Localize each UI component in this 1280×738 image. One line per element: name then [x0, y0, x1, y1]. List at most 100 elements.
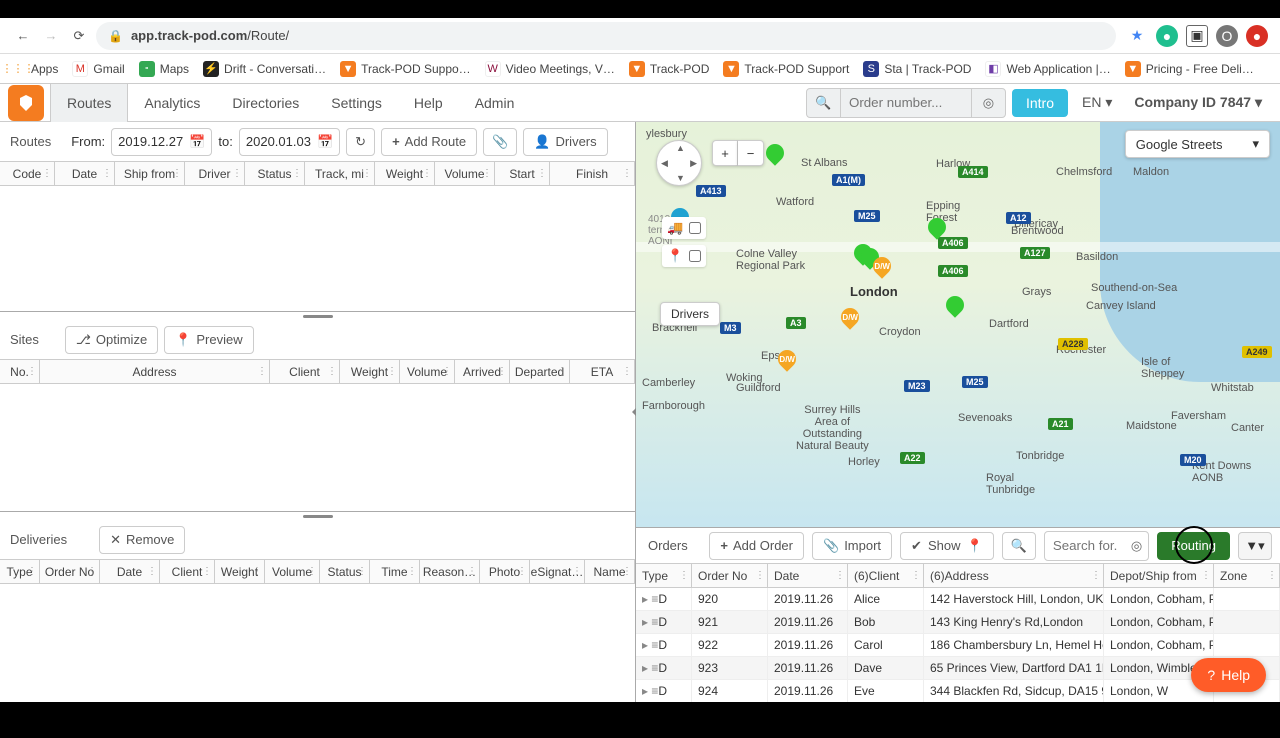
back-icon[interactable]: ← — [12, 25, 34, 47]
bookmark-item[interactable]: ▼Track-POD Support — [723, 61, 849, 77]
col-date[interactable]: Date — [55, 162, 115, 185]
target-icon[interactable]: ◎ — [1125, 538, 1148, 554]
nav-routes[interactable]: Routes — [50, 84, 128, 122]
col-driver[interactable]: Driver — [185, 162, 245, 185]
layer-stops[interactable]: 📍 — [662, 245, 706, 267]
col-date[interactable]: Date — [768, 564, 848, 587]
star-icon[interactable]: ★ — [1126, 25, 1148, 47]
bookmark-item[interactable]: ▼Pricing - Free Deli… — [1125, 61, 1254, 77]
nav-settings[interactable]: Settings — [315, 84, 398, 122]
layer-vehicles[interactable]: 🚚 — [662, 217, 706, 239]
help-button[interactable]: ?Help — [1191, 658, 1266, 692]
map-pan-control[interactable]: ▲ ▼ ◀ ▶ — [656, 140, 702, 186]
col-start[interactable]: Start — [495, 162, 550, 185]
language-select[interactable]: EN ▾ — [1074, 94, 1120, 111]
col-volume[interactable]: Volume — [400, 360, 455, 383]
resize-handle[interactable] — [0, 312, 635, 320]
bookmark-item[interactable]: SSta | Track-POD — [863, 61, 971, 77]
col-departed[interactable]: Departed — [510, 360, 570, 383]
orders-search[interactable]: ◎ — [1044, 531, 1149, 561]
col-shipfrom[interactable]: Ship from — [115, 162, 185, 185]
zoom-in-button[interactable]: + — [712, 140, 738, 166]
target-icon[interactable]: ◎ — [971, 89, 1005, 117]
resize-handle[interactable] — [0, 512, 635, 520]
col-client[interactable]: Client — [160, 560, 215, 583]
bookmark-item[interactable]: WVideo Meetings, V… — [485, 61, 615, 77]
col-client[interactable]: Client — [270, 360, 340, 383]
col-orderno[interactable]: Order No — [40, 560, 100, 583]
bookmark-item[interactable]: ⚡Drift - Conversati… — [203, 61, 326, 77]
bookmark-item[interactable]: ▼Track-POD — [629, 61, 710, 77]
bookmark-apps[interactable]: ⋮⋮⋮Apps — [10, 61, 58, 77]
bookmark-item[interactable]: ⬞Maps — [139, 61, 189, 77]
avatar-icon[interactable]: O — [1216, 25, 1238, 47]
bookmark-item[interactable]: MGmail — [72, 61, 124, 77]
col-weight[interactable]: Weight — [215, 560, 265, 583]
col-volume[interactable]: Volume — [265, 560, 320, 583]
nav-help[interactable]: Help — [398, 84, 459, 122]
table-row[interactable]: ▸ ≡ D9222019.11.26Carol186 Chambersbury … — [636, 634, 1280, 657]
table-row[interactable]: ▸ ≡ D9242019.11.26Eve344 Blackfen Rd, Si… — [636, 680, 1280, 702]
nav-analytics[interactable]: Analytics — [128, 84, 216, 122]
extension-icon[interactable]: ● — [1246, 25, 1268, 47]
col-date[interactable]: Date — [100, 560, 160, 583]
table-row[interactable]: ▸ ≡ D9212019.11.26Bob143 King Henry's Rd… — [636, 611, 1280, 634]
col-name[interactable]: Name — [585, 560, 635, 583]
preview-button[interactable]: 📍Preview — [164, 326, 253, 354]
routing-button[interactable]: Routing — [1157, 532, 1230, 560]
col-type[interactable]: Type — [0, 560, 40, 583]
col-type[interactable]: Type — [636, 564, 692, 587]
col-code[interactable]: Code — [0, 162, 55, 185]
col-arrived[interactable]: Arrived — [455, 360, 510, 383]
col-depot[interactable]: Depot/Ship from — [1104, 564, 1214, 587]
company-menu[interactable]: Company ID 7847 ▾ — [1126, 94, 1270, 111]
intro-button[interactable]: Intro — [1012, 89, 1068, 117]
optimize-button[interactable]: ⎇Optimize — [65, 326, 158, 354]
refresh-button[interactable]: ↻ — [346, 128, 375, 156]
col-address[interactable]: Address — [40, 360, 270, 383]
col-status[interactable]: Status — [320, 560, 370, 583]
order-search-input[interactable] — [841, 95, 971, 110]
extension-icon[interactable]: ▣ — [1186, 25, 1208, 47]
table-row[interactable]: ▸ ≡ D9202019.11.26Alice142 Haverstock Hi… — [636, 588, 1280, 611]
order-search[interactable]: 🔍 ◎ — [806, 88, 1006, 118]
col-esign[interactable]: eSignat… — [530, 560, 585, 583]
col-track[interactable]: Track, mi — [305, 162, 375, 185]
table-row[interactable]: ▸ ≡ D9232019.11.26Dave65 Princes View, D… — [636, 657, 1280, 680]
map[interactable]: London ylesbury St Albans Watford Harlow… — [636, 122, 1280, 528]
nav-admin[interactable]: Admin — [459, 84, 531, 122]
col-weight[interactable]: Weight — [340, 360, 400, 383]
add-route-button[interactable]: +Add Route — [381, 128, 477, 156]
bookmark-item[interactable]: ◧Web Application |… — [985, 61, 1110, 77]
logo[interactable] — [8, 85, 44, 121]
reload-icon[interactable]: ⟳ — [68, 25, 90, 47]
show-toggle[interactable]: ✔Show📍 — [900, 532, 994, 560]
col-orderno[interactable]: Order No — [692, 564, 768, 587]
orders-search-input[interactable] — [1045, 538, 1125, 553]
nav-directories[interactable]: Directories — [216, 84, 315, 122]
col-address[interactable]: (6)Address — [924, 564, 1104, 587]
col-finish[interactable]: Finish — [550, 162, 635, 185]
col-client[interactable]: (6)Client — [848, 564, 924, 587]
col-photo[interactable]: Photo — [480, 560, 530, 583]
bookmark-item[interactable]: ▼Track-POD Suppo… — [340, 61, 471, 77]
orders-search-icon[interactable]: 🔍 — [1002, 532, 1036, 560]
col-time[interactable]: Time — [370, 560, 420, 583]
remove-button[interactable]: ✕Remove — [99, 526, 185, 554]
forward-icon[interactable]: → — [40, 25, 62, 47]
col-no[interactable]: No. — [0, 360, 40, 383]
col-status[interactable]: Status — [245, 162, 305, 185]
drivers-button[interactable]: 👤Drivers — [523, 128, 607, 156]
to-date-input[interactable]: 2020.01.03📅 — [239, 128, 340, 156]
address-bar[interactable]: 🔒 app.track-pod.com/Route/ — [96, 22, 1116, 50]
col-volume[interactable]: Volume — [435, 162, 495, 185]
search-icon[interactable]: 🔍 — [807, 89, 841, 117]
zoom-out-button[interactable]: − — [738, 140, 764, 166]
col-zone[interactable]: Zone — [1214, 564, 1280, 587]
from-date-input[interactable]: 2019.12.27📅 — [111, 128, 212, 156]
col-weight[interactable]: Weight — [375, 162, 435, 185]
filter-button[interactable]: ▼▾ — [1238, 532, 1272, 560]
col-reason[interactable]: Reason… — [420, 560, 480, 583]
attach-button[interactable]: 📎 — [483, 128, 517, 156]
col-eta[interactable]: ETA — [570, 360, 635, 383]
